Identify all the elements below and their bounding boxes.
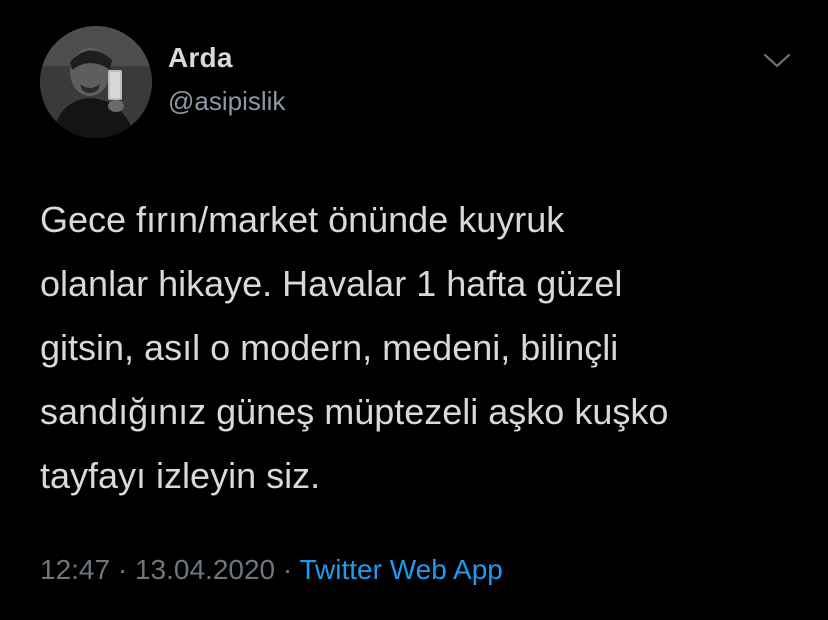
user-avatar-photo-icon — [40, 26, 152, 138]
meta-separator: · — [275, 554, 300, 585]
tweet-card: Arda @asipislik Gece fırın/market önünde… — [0, 0, 828, 620]
chevron-down-icon[interactable] — [762, 50, 792, 72]
meta-separator: · — [110, 554, 135, 585]
author-display-name[interactable]: Arda — [168, 42, 233, 74]
tweet-source-link[interactable]: Twitter Web App — [300, 554, 503, 585]
tweet-time[interactable]: 12:47 — [40, 554, 110, 585]
tweet-meta: 12:47 · 13.04.2020 · Twitter Web App — [40, 554, 503, 586]
tweet-text: Gece fırın/market önünde kuyruk olanlar … — [40, 199, 669, 496]
tweet-date[interactable]: 13.04.2020 — [135, 554, 275, 585]
author-handle[interactable]: @asipislik — [168, 86, 285, 117]
avatar[interactable] — [40, 26, 152, 138]
